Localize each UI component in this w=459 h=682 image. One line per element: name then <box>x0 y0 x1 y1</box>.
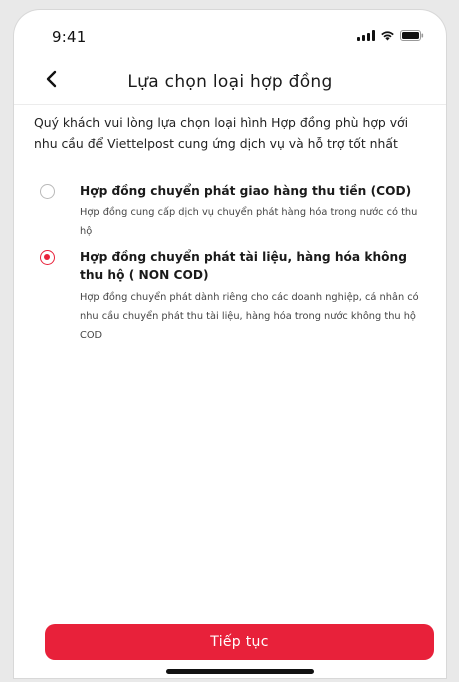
home-indicator <box>166 669 314 674</box>
page-title: Lựa chọn loại hợp đồng <box>127 72 333 92</box>
battery-icon <box>400 30 424 41</box>
radio-button-cod[interactable] <box>40 184 55 199</box>
option-description: Hợp đồng chuyển phát dành riêng cho các … <box>80 292 419 341</box>
signal-icon <box>357 30 375 41</box>
option-title: Hợp đồng chuyển phát giao hàng thu tiền … <box>80 184 412 198</box>
contract-option-non-cod[interactable]: Hợp đồng chuyển phát tài liệu, hàng hóa … <box>40 248 432 345</box>
continue-button[interactable]: Tiếp tục <box>45 624 434 660</box>
wifi-icon <box>380 30 395 41</box>
option-description: Hợp đồng cung cấp dịch vụ chuyển phát hà… <box>80 207 418 237</box>
intro-text: Quý khách vui lòng lựa chọn loại hình Hợ… <box>34 115 409 151</box>
status-time: 9:41 <box>52 28 87 46</box>
option-title: Hợp đồng chuyển phát tài liệu, hàng hóa … <box>80 250 407 282</box>
status-icons <box>357 30 424 41</box>
radio-button-non-cod[interactable] <box>40 250 55 265</box>
nav-bar: Lựa chọn loại hợp đồng <box>14 58 446 105</box>
status-bar: 9:41 <box>14 10 446 58</box>
phone-screen: 9:41 Lựa chọn loại hợp đồng Quý khách vu… <box>14 10 446 678</box>
contract-option-cod[interactable]: Hợp đồng chuyển phát giao hàng thu tiền … <box>40 182 432 241</box>
